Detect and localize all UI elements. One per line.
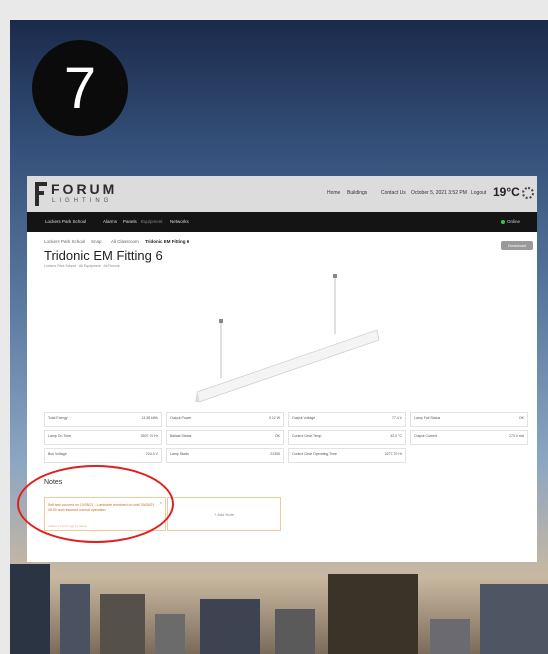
nav-site-selector[interactable]: Lockers Park School [45,219,86,224]
metric-cell: Ballast Status OK [166,430,284,445]
breadcrumb-current: Tridonic EM Fitting 6 [145,239,190,244]
nav-equipment[interactable]: Equipment [141,219,163,224]
nav-networks[interactable]: Networks [170,219,189,224]
add-note-button[interactable]: + Add Note [167,497,281,531]
logo-subtext: LIGHTING [52,198,113,204]
online-status-label: Online [507,219,521,224]
page-subtitle: Lockers Park School · All Equipment · Al… [44,264,120,268]
top-header: FORUM LIGHTING Home Buildings Contact Us… [27,176,537,212]
online-status-dot [501,220,505,224]
metric-cell: Control Gear Temp 42.0 °C [288,430,406,445]
metric-cell: Total Energy 13.38 kWh [44,412,162,427]
metric-cell: Output Power 0.12 W [166,412,284,427]
metric-cell: Bus Voltage 224.0 V [44,448,162,463]
home-link[interactable]: Home [327,190,340,196]
breadcrumb-building[interactable]: Snap [91,239,102,244]
temperature-readout: 19°C [493,185,520,199]
metric-cell: Lamp On Time 3507.70 Hr [44,430,162,445]
light-fixture-image [195,274,380,403]
metric-cell: Output Voltage 77.4 V [288,412,406,427]
nav-panels[interactable]: Panels [123,219,137,224]
metric-cell: Lamp Fail Status OK [410,412,528,427]
step-number-badge: 7 [32,40,128,136]
metric-cell: Control Gear Operating Time 3277.70 Hr [288,448,406,463]
logo-text: FORUM [51,181,118,197]
page-top-band [0,0,548,20]
add-note-label: + Add Note [214,512,234,517]
contact-link[interactable]: Contact Us [381,190,406,196]
download-button[interactable]: Download [501,241,533,250]
datetime-text: October 5, 2021 3:52 PM [411,190,467,196]
nav-alarms[interactable]: Alarms [103,219,117,224]
weather-sun-icon [522,187,534,199]
logout-link[interactable]: Logout [471,190,486,196]
metric-cell: Output Current 273.0 mA [410,430,528,445]
buildings-menu[interactable]: Buildings [347,190,367,196]
metric-cell: Lamp Starts 22305 [166,448,284,463]
highlight-ring [17,465,174,543]
breadcrumb-room[interactable]: All Classroom [111,239,139,244]
main-nav: Lockers Park School Alarms Panels Equipm… [27,212,537,232]
breadcrumb-site[interactable]: Lockers Park School [44,239,85,244]
city-skyline [10,559,548,654]
forum-logo-icon [35,182,47,206]
page-title: Tridonic EM Fitting 6 [44,248,163,263]
